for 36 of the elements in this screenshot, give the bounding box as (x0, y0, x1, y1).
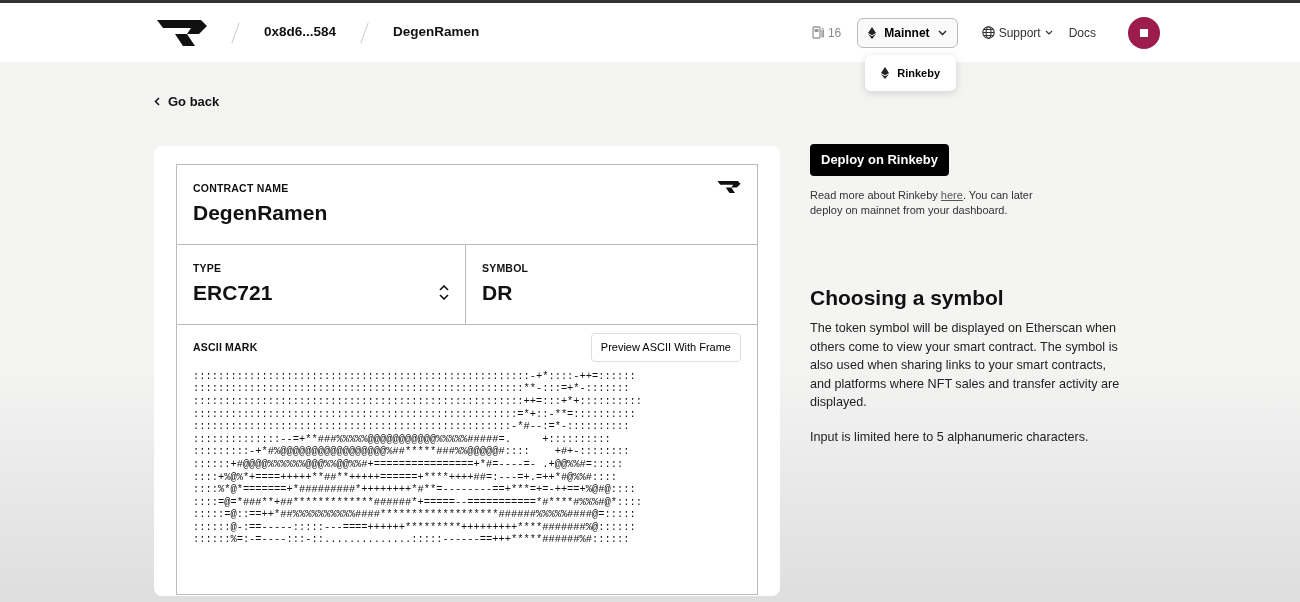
help-paragraph: Input is limited here to 5 alphanumeric characters. (810, 428, 1090, 446)
docs-link[interactable]: Docs (1068, 23, 1096, 42)
chevron-down-icon (1044, 30, 1053, 35)
chevron-down-icon (937, 29, 947, 36)
logo-icon (717, 180, 741, 193)
field-label: CONTRACT NAME (193, 180, 290, 196)
globe-icon (981, 26, 995, 39)
symbol-field[interactable]: SYMBOL DR (466, 245, 758, 326)
field-label: ASCII MARK (193, 339, 258, 355)
here-link[interactable]: here (940, 188, 963, 201)
address-link[interactable]: 0x8d6...584 (264, 22, 337, 43)
project-link[interactable]: DegenRamen (393, 22, 480, 43)
support-menu[interactable]: Support (998, 23, 1053, 42)
gas-price: 16 (827, 24, 842, 42)
type-value: ERC721 (193, 279, 273, 306)
field-label: SYMBOL (482, 261, 530, 276)
name-field[interactable]: CONTRACT NAME DegenRamen (176, 163, 758, 245)
ascii-art: ::::::::::::::::::::::::::::::::::::::::::::::::::::::-+*::::-++=:::::: :::::::::::::::::::::::::::::::::::::::::::::::::::::**-:::=+*-::::::: :::::::::::::::::::::::::::::::::::::::::::::::::::::++=:::+*+:::::::::: ::::::::::::::::::::::::::::::::::::::::::::::::::::=*+::-**=:::::::::: :::::::::::::::::::::::::::::::::::::::::::::::::::-*#--:=*-:::::::::: ::::::::::::::--=+**###%%%%%@@@@@@@@@@@%%%%%#####=. +:::::::::: :::::::::-+*#%@@@@@@@@@@@@@@@@@%##*****###%%@@@@@#:::: +#+-:::::::: ::::::+#@@@@%%%%%%@@@%%@@%%#+================+*#=----=- .+@@%%#=::::: ::::+%@%*+====+++++**##**+++++======+****++++##=:---=+.=++*#@%%#:::: ::::%*@*=======+*#########*++++++++*#**=--------==+***=+=-++==+%@#@:::: ::::=@=*###**+##*************######*+=====--===========*#****#%%%#@*:::: :::::=@::==++*##%%%%%%%%%%####*******************######%%%%%####@=::::: ::::::@-:==-----:::::---====++++++*********+++++++++****#######%@:::::: ::::::%=:-=----:::-::..............:::::------==+++*****######%#:::::: (193, 369, 643, 547)
avatar[interactable] (1128, 16, 1160, 49)
network-dropdown[interactable]: Mainnet (857, 17, 958, 48)
preview-button[interactable]: Preview ASCII With Frame (590, 333, 741, 362)
back-link[interactable]: Go back (154, 92, 220, 112)
ethereum-icon (868, 26, 877, 39)
gas-pump-icon (811, 26, 824, 39)
section-heading: Choosing a symbol (810, 284, 1005, 311)
sort-arrows-icon (439, 285, 449, 301)
contract-name: DegenRamen (193, 199, 328, 226)
logo-icon[interactable] (157, 19, 207, 46)
ethereum-icon (881, 66, 890, 79)
help-paragraph: The token symbol will be displayed on Etherscan when others come to view your smart contract. The symbol is also used when sharing links to your smart contracts, and platforms where NFT sales and transfer activity are displayed. (810, 320, 1121, 411)
chevron-left-icon (154, 97, 160, 107)
deploy-button[interactable]: Deploy on Rinkeby (810, 144, 950, 176)
symbol-value: DR (482, 279, 514, 306)
deploy-note: Read more about Rinkeby here. You can later deploy on mainnet from your dashboard. (810, 187, 1034, 218)
type-select[interactable]: TYPE ERC721 (176, 245, 466, 326)
field-label: TYPE (193, 261, 223, 276)
